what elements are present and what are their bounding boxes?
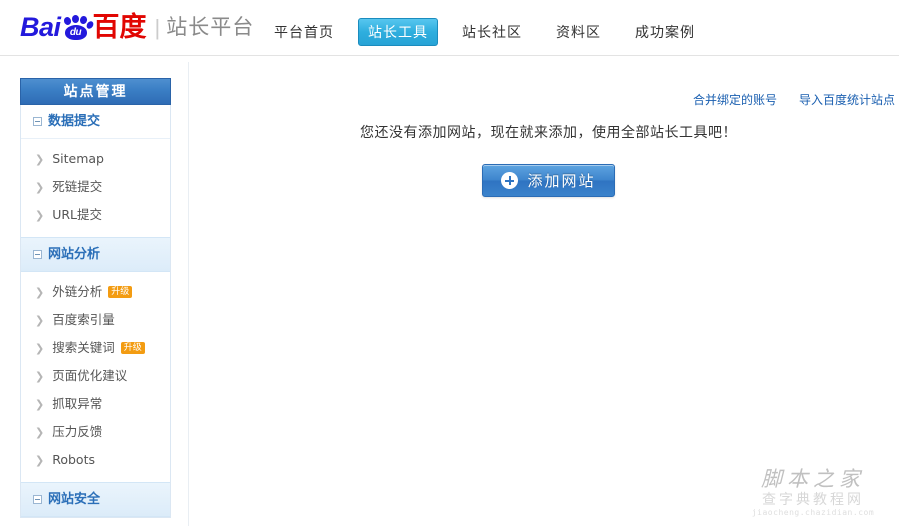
add-site-button-label: 添加网站 — [527, 172, 596, 190]
chevron-right-icon: ❯ — [35, 397, 45, 411]
empty-state-message: 您还没有添加网站，现在就来添加，使用全部站长工具吧！ — [360, 125, 737, 141]
baidu-logo[interactable]: Bai du 百度 | 站长平台 — [20, 12, 255, 43]
watermark: 脚本之家 查字典教程网 jiaocheng.chazidian.com — [733, 466, 893, 524]
content-top-links: 合并绑定的账号 导入百度统计站点 — [671, 91, 895, 108]
sidebar-section-label: 网站分析 — [48, 247, 101, 262]
chevron-right-icon: ❯ — [35, 313, 45, 327]
nav-item-tools[interactable]: 站长工具 — [358, 18, 438, 46]
watermark-line2: 查字典教程网 — [762, 492, 864, 508]
site-header: Bai du 百度 | 站长平台 平台首页 站长工具 站长社区 资料区 成功案例 — [0, 0, 899, 56]
add-site-button[interactable]: 添加网站 — [482, 164, 615, 197]
sidebar-title: 站点管理 — [20, 78, 171, 105]
sidebar-item-deadlink-submit[interactable]: ❯ 死链提交 — [21, 173, 170, 201]
sidebar-section-label: 数据提交 — [48, 114, 101, 129]
sidebar-section-header-site-analysis[interactable]: 网站分析 — [21, 237, 170, 272]
chevron-right-icon: ❯ — [35, 369, 45, 383]
main-content: 合并绑定的账号 导入百度统计站点 您还没有添加网站，现在就来添加，使用全部站长工… — [200, 62, 899, 526]
nav-item-resources[interactable]: 资料区 — [546, 18, 611, 46]
sidebar-section-label: 网站安全 — [48, 492, 101, 507]
watermark-line1: 脚本之家 — [761, 467, 865, 491]
main-navigation: 平台首页 站长工具 站长社区 资料区 成功案例 — [264, 18, 719, 46]
sidebar-body: 数据提交 ❯ Sitemap ❯ 死链提交 ❯ URL提交 网站分析 ❯ 外链分… — [20, 105, 171, 518]
paw-du-text: du — [64, 24, 87, 40]
sidebar: 站点管理 数据提交 ❯ Sitemap ❯ 死链提交 ❯ URL提交 网站分析 — [20, 78, 171, 518]
nav-item-cases[interactable]: 成功案例 — [625, 18, 705, 46]
collapse-minus-icon[interactable] — [33, 495, 42, 504]
plus-circle-icon — [501, 172, 519, 189]
chevron-right-icon: ❯ — [35, 208, 45, 222]
chevron-right-icon: ❯ — [35, 425, 45, 439]
sidebar-content-divider — [188, 62, 189, 526]
sidebar-item-page-optimization[interactable]: ❯ 页面优化建议 — [21, 362, 170, 390]
sidebar-item-label: 搜索关键词 — [52, 340, 115, 355]
sidebar-item-label: 抓取异常 — [52, 396, 103, 411]
nav-item-home[interactable]: 平台首页 — [264, 18, 344, 46]
logo-text-bai: Bai — [20, 12, 61, 42]
sidebar-item-label: 页面优化建议 — [52, 368, 128, 383]
sidebar-section-header-data-submit[interactable]: 数据提交 — [21, 105, 170, 139]
paw-print-icon: du — [62, 14, 95, 41]
collapse-minus-icon[interactable] — [33, 117, 42, 126]
logo-wordmark: Bai du 百度 — [20, 12, 147, 43]
sidebar-section-list-data-submit: ❯ Sitemap ❯ 死链提交 ❯ URL提交 — [21, 139, 170, 237]
collapse-minus-icon[interactable] — [33, 250, 42, 259]
sidebar-item-sitemap[interactable]: ❯ Sitemap — [21, 145, 170, 173]
chevron-right-icon: ❯ — [35, 285, 45, 299]
upgrade-badge: 升级 — [108, 286, 133, 298]
sidebar-item-label: 外链分析 — [52, 284, 103, 299]
import-baidu-tongji-sites-link[interactable]: 导入百度统计站点 — [799, 91, 895, 108]
sidebar-section-list-site-analysis: ❯ 外链分析 升级 ❯ 百度索引量 ❯ 搜索关键词 升级 ❯ 页面优化建议 ❯ … — [21, 272, 170, 482]
sidebar-item-external-link-analysis[interactable]: ❯ 外链分析 升级 — [21, 278, 170, 306]
sidebar-item-label: 压力反馈 — [52, 424, 103, 439]
nav-item-community[interactable]: 站长社区 — [452, 18, 532, 46]
sidebar-item-robots[interactable]: ❯ Robots — [21, 446, 170, 474]
chevron-right-icon: ❯ — [35, 152, 45, 166]
sidebar-item-crawl-errors[interactable]: ❯ 抓取异常 — [21, 390, 170, 418]
sidebar-item-pressure-feedback[interactable]: ❯ 压力反馈 — [21, 418, 170, 446]
sidebar-item-label: 死链提交 — [52, 179, 103, 194]
upgrade-badge: 升级 — [120, 342, 145, 354]
sidebar-item-url-submit[interactable]: ❯ URL提交 — [21, 201, 170, 229]
sidebar-item-label: Robots — [52, 452, 95, 467]
logo-subtitle: 站长平台 — [166, 15, 255, 39]
chevron-right-icon: ❯ — [35, 180, 45, 194]
logo-divider: | — [154, 14, 161, 40]
logo-text-chinese: 百度 — [92, 12, 147, 43]
sidebar-section-header-site-security[interactable]: 网站安全 — [21, 482, 170, 517]
sidebar-item-label: Sitemap — [52, 151, 104, 166]
sidebar-item-label: URL提交 — [52, 207, 103, 222]
sidebar-item-baidu-index[interactable]: ❯ 百度索引量 — [21, 306, 170, 334]
chevron-right-icon: ❯ — [35, 341, 45, 355]
sidebar-item-search-keywords[interactable]: ❯ 搜索关键词 升级 — [21, 334, 170, 362]
sidebar-item-label: 百度索引量 — [52, 312, 115, 327]
watermark-url: jiaocheng.chazidian.com — [751, 508, 875, 517]
merge-bound-account-link[interactable]: 合并绑定的账号 — [693, 91, 777, 108]
chevron-right-icon: ❯ — [35, 453, 45, 467]
